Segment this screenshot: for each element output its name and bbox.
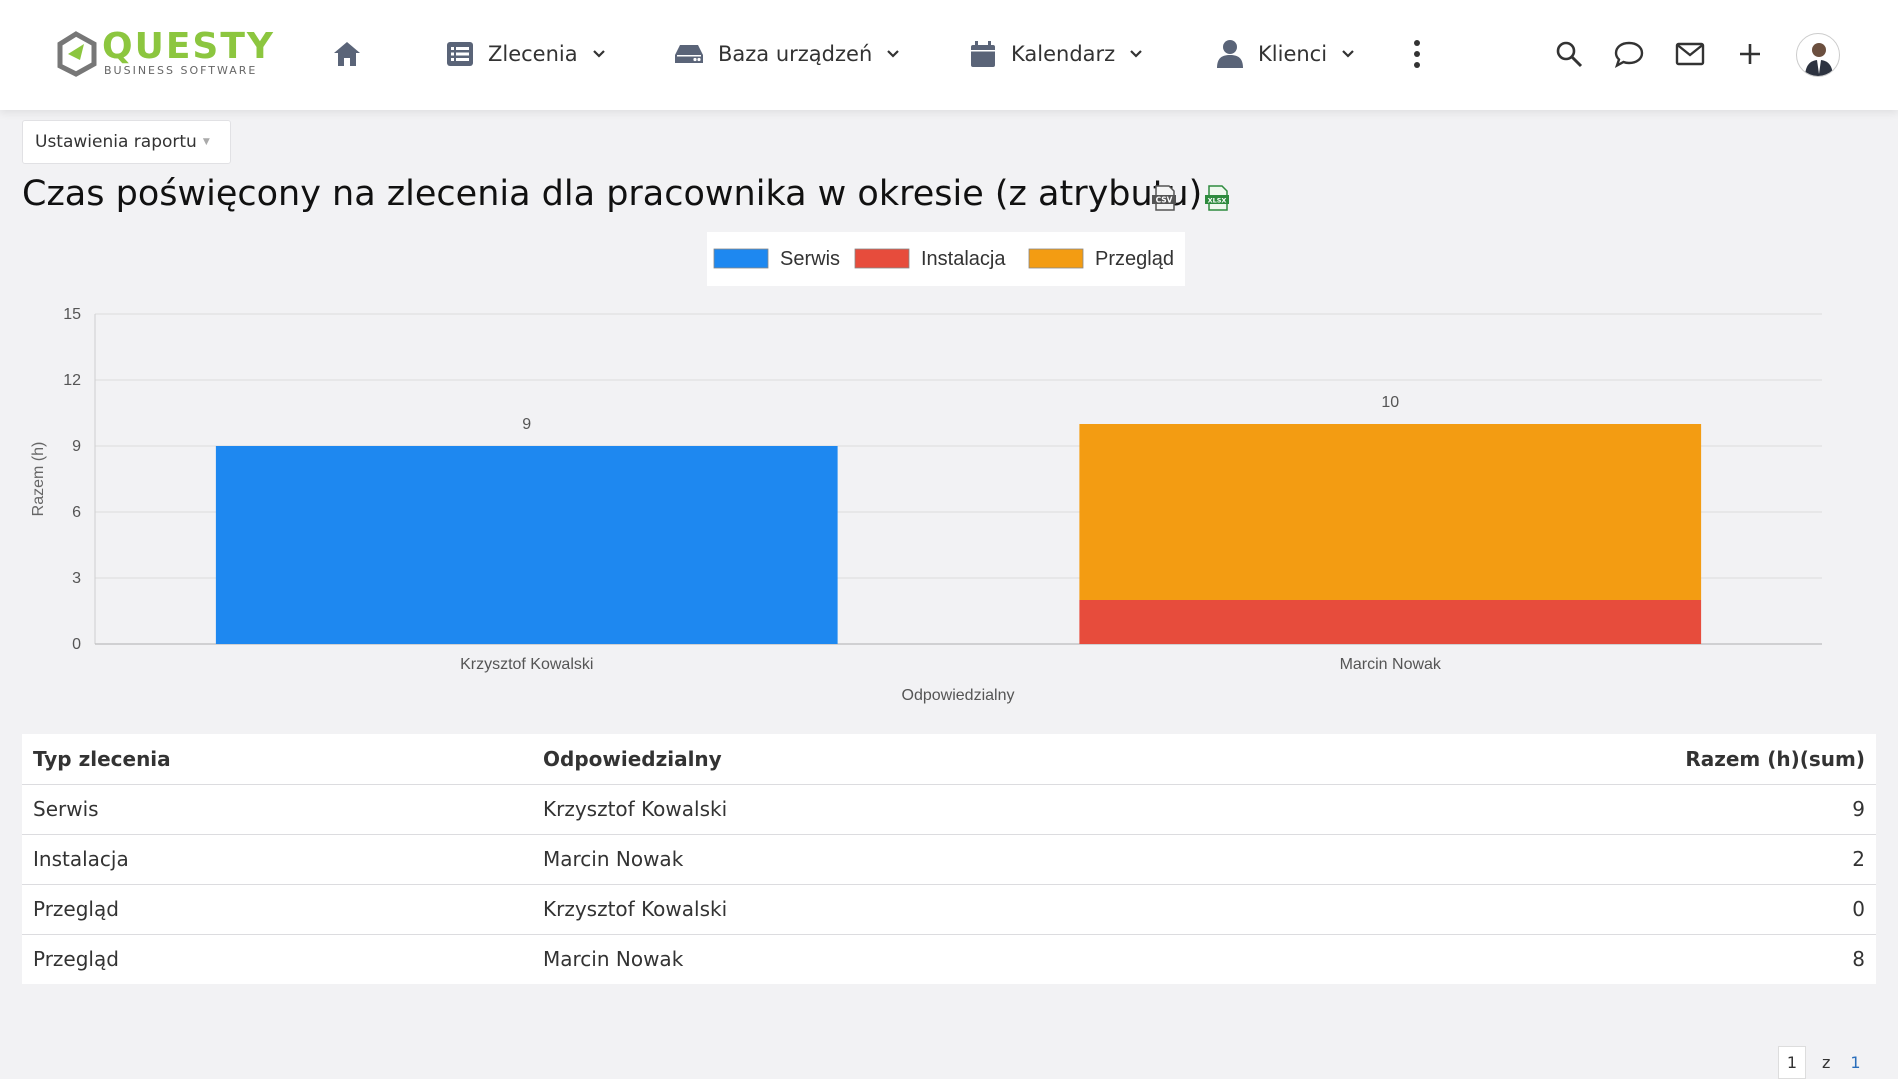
cell-odpowiedzialny: Krzysztof Kowalski bbox=[532, 883, 1212, 934]
chevron-down-icon bbox=[1341, 49, 1355, 59]
cell-odpowiedzialny: Marcin Nowak bbox=[532, 833, 1212, 884]
cell-razem: 8 bbox=[1211, 933, 1876, 984]
legend-swatch-2 bbox=[1028, 248, 1084, 269]
cell-razem: 2 bbox=[1211, 833, 1876, 884]
report-settings-label: Ustawienia raportu bbox=[35, 132, 197, 152]
user-avatar-icon bbox=[1805, 43, 1833, 76]
chat-icon bbox=[1614, 41, 1644, 68]
bar-przegląd-1 bbox=[1079, 424, 1702, 600]
add-button[interactable] bbox=[1732, 36, 1768, 72]
nav-home[interactable] bbox=[332, 32, 362, 76]
table-row: Przegląd Marcin Nowak 8 bbox=[22, 933, 1876, 984]
legend-label-0: Serwis bbox=[780, 248, 840, 270]
y-tick-label: 0 bbox=[72, 636, 81, 653]
legend-label-2: Przegląd bbox=[1095, 248, 1174, 270]
chevron-down-icon bbox=[1129, 49, 1143, 59]
table-header-row: Typ zlecenia Odpowiedzialny Razem (h)(su… bbox=[22, 734, 1876, 784]
cell-typ: Przegląd bbox=[22, 933, 532, 984]
bar-total-label: 10 bbox=[1381, 394, 1399, 411]
table-row: Przegląd Krzysztof Kowalski 0 bbox=[22, 883, 1876, 934]
x-axis-title: Odpowiedzialny bbox=[902, 687, 1015, 704]
y-tick-label: 9 bbox=[72, 438, 81, 455]
avatar[interactable] bbox=[1796, 33, 1840, 77]
caret-down-icon: ▼ bbox=[202, 137, 210, 147]
nav-baza-urzadzen[interactable]: Baza urządzeń bbox=[674, 32, 900, 76]
plus-icon bbox=[1740, 44, 1760, 64]
nav-zlecenia[interactable]: Zlecenia bbox=[446, 32, 606, 76]
cell-typ: Serwis bbox=[22, 783, 532, 834]
nav-klienci[interactable]: Klienci bbox=[1216, 32, 1355, 76]
report-settings-button[interactable]: Ustawienia raportu ▼ bbox=[22, 120, 231, 164]
bar-serwis-0 bbox=[215, 446, 838, 644]
cell-odpowiedzialny: Krzysztof Kowalski bbox=[532, 783, 1212, 834]
column-header-typ[interactable]: Typ zlecenia bbox=[22, 734, 532, 784]
stacked-bar-chart: Serwis Instalacja Przegląd 0 3 6 9 12 15 Razem (h… bbox=[30, 232, 1822, 704]
nav-kalendarz-label: Kalendarz bbox=[1011, 42, 1116, 66]
xlsx-export-button[interactable]: XLSX bbox=[1203, 184, 1231, 212]
nav-klienci-label: Klienci bbox=[1258, 42, 1328, 66]
brand-logo[interactable]: QUESTY BUSINESS SOFTWARE bbox=[54, 26, 294, 80]
x-tick-label: Krzysztof Kowalski bbox=[460, 656, 593, 673]
more-menu-button[interactable] bbox=[1412, 32, 1422, 76]
page-title: Czas poświęcony na zlecenia dla pracowni… bbox=[22, 174, 1203, 214]
brand-subtitle: BUSINESS SOFTWARE bbox=[104, 64, 258, 77]
bar-total-label: 9 bbox=[522, 416, 531, 433]
mail-icon bbox=[1675, 42, 1705, 66]
csv-export-button[interactable]: CSV bbox=[1150, 184, 1178, 212]
x-tick-label: Marcin Nowak bbox=[1340, 656, 1442, 673]
pagination: 1 z 1 bbox=[1778, 1046, 1861, 1079]
user-icon bbox=[1216, 39, 1244, 69]
column-header-razem[interactable]: Razem (h)(sum) bbox=[1211, 734, 1876, 784]
legend-swatch-1 bbox=[854, 248, 910, 269]
logo-mark-icon bbox=[57, 31, 97, 77]
cell-odpowiedzialny: Marcin Nowak bbox=[532, 933, 1212, 984]
y-tick-label: 6 bbox=[72, 504, 81, 521]
cell-razem: 9 bbox=[1211, 783, 1876, 834]
drive-icon bbox=[674, 42, 704, 66]
total-pages-link[interactable]: 1 bbox=[1850, 1053, 1860, 1072]
column-header-odpowiedzialny[interactable]: Odpowiedzialny bbox=[532, 734, 1211, 784]
csv-export-icon: CSV bbox=[1152, 185, 1176, 211]
report-table: Typ zlecenia Odpowiedzialny Razem (h)(su… bbox=[22, 734, 1876, 984]
list-icon bbox=[446, 41, 474, 67]
legend-label-1: Instalacja bbox=[921, 248, 1006, 270]
svg-text:XLSX: XLSX bbox=[1208, 197, 1227, 205]
cell-typ: Przegląd bbox=[22, 883, 532, 934]
top-navigation-bar: QUESTY BUSINESS SOFTWARE Zlecenia Baza u… bbox=[0, 0, 1898, 110]
y-tick-label: 3 bbox=[72, 570, 81, 587]
cell-razem: 0 bbox=[1211, 883, 1876, 934]
svg-text:CSV: CSV bbox=[1156, 196, 1173, 205]
search-button[interactable] bbox=[1551, 36, 1587, 72]
nav-baza-urzadzen-label: Baza urządzeń bbox=[718, 42, 873, 66]
search-icon bbox=[1556, 41, 1583, 68]
more-vertical-icon bbox=[1412, 39, 1422, 69]
current-page[interactable]: 1 bbox=[1778, 1046, 1806, 1079]
nav-zlecenia-label: Zlecenia bbox=[488, 42, 578, 66]
legend-swatch-0 bbox=[713, 248, 769, 269]
nav-kalendarz[interactable]: Kalendarz bbox=[969, 32, 1143, 76]
bar-instalacja-1 bbox=[1079, 600, 1702, 644]
xlsx-export-icon: XLSX bbox=[1205, 185, 1229, 211]
home-icon bbox=[332, 40, 362, 68]
mail-button[interactable] bbox=[1672, 36, 1708, 72]
y-tick-label: 12 bbox=[63, 372, 81, 389]
chevron-down-icon bbox=[886, 49, 900, 59]
y-tick-label: 15 bbox=[63, 306, 81, 323]
chevron-down-icon bbox=[592, 49, 606, 59]
pagination-of-label: z bbox=[1822, 1053, 1831, 1072]
y-axis-title: Razem (h) bbox=[30, 442, 47, 517]
table-row: Serwis Krzysztof Kowalski 9 bbox=[22, 783, 1876, 834]
table-row: Instalacja Marcin Nowak 2 bbox=[22, 833, 1876, 884]
chat-button[interactable] bbox=[1611, 36, 1647, 72]
cell-typ: Instalacja bbox=[22, 833, 532, 884]
brand-name: QUESTY bbox=[102, 26, 275, 67]
calendar-icon bbox=[969, 40, 997, 68]
